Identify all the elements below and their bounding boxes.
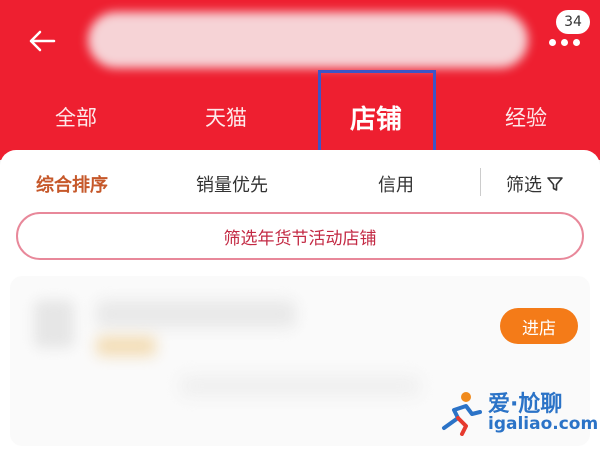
back-arrow-icon	[29, 30, 56, 52]
site-watermark: 爱·尬聊 igaliao.com	[436, 384, 599, 444]
tab-tmall[interactable]: 天猫	[176, 92, 276, 142]
shop-tag	[96, 336, 156, 356]
shop-info	[180, 376, 420, 396]
search-box[interactable]	[88, 12, 528, 68]
sort-credit[interactable]: 信用	[378, 164, 414, 204]
shop-name	[96, 300, 296, 328]
sort-bar: 综合排序 销量优先 信用 筛选	[0, 164, 600, 204]
sort-overall[interactable]: 综合排序	[36, 164, 108, 204]
festival-shop-filter-button[interactable]: 筛选年货节活动店铺	[16, 212, 584, 260]
shop-logo	[34, 300, 74, 348]
highlight-annotation-box	[318, 70, 436, 160]
tab-experience[interactable]: 经验	[476, 92, 576, 142]
back-button[interactable]	[24, 26, 60, 56]
more-dot-icon	[548, 38, 556, 46]
tab-all[interactable]: 全部	[26, 92, 126, 142]
category-tabs: 全部 天猫 店铺 经验	[0, 92, 600, 142]
sort-divider	[480, 168, 481, 196]
filter-funnel-icon	[547, 177, 563, 191]
watermark-url: igaliao.com	[488, 414, 599, 434]
more-dot-icon	[560, 38, 568, 46]
enter-shop-button[interactable]: 进店	[500, 308, 578, 344]
more-dot-icon	[572, 38, 580, 46]
filter-label: 筛选	[506, 175, 542, 196]
sort-sales[interactable]: 销量优先	[196, 164, 268, 204]
message-count-badge: 34	[556, 10, 590, 34]
filter-button[interactable]: 筛选	[506, 164, 564, 204]
runner-logo-icon	[442, 392, 482, 436]
more-button[interactable]	[546, 34, 582, 50]
